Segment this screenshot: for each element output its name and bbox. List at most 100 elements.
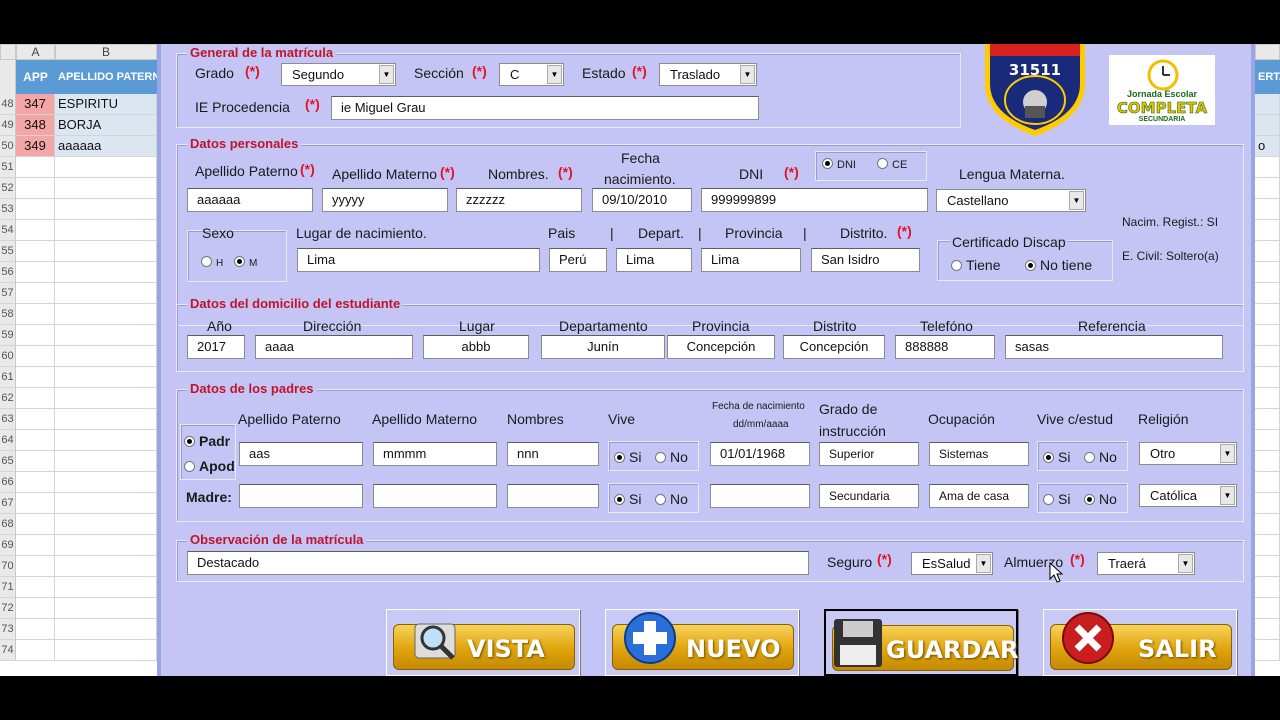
cell-right[interactable] — [1255, 262, 1280, 283]
cell-apellido[interactable] — [55, 640, 157, 661]
row-number[interactable]: 59 — [0, 325, 16, 346]
cell-app[interactable] — [16, 598, 55, 619]
madre-vive-si-radio[interactable]: Si — [614, 491, 641, 507]
madre-ocupacion-input[interactable]: Ama de casa — [929, 484, 1029, 508]
cell-right[interactable] — [1255, 577, 1280, 598]
cell-apellido[interactable]: aaaaaa — [55, 136, 157, 157]
cell-right[interactable] — [1255, 283, 1280, 304]
cell-right[interactable] — [1255, 451, 1280, 472]
depart-input[interactable]: Lima — [616, 248, 692, 272]
padre-grado-input[interactable]: Superior — [819, 442, 919, 466]
cell-app[interactable] — [16, 157, 55, 178]
cell-apellido[interactable] — [55, 619, 157, 640]
vista-button[interactable]: VISTA — [386, 609, 580, 676]
referencia-input[interactable]: sasas — [1005, 335, 1223, 359]
cell-right[interactable] — [1255, 241, 1280, 262]
row-header-1[interactable] — [0, 60, 16, 94]
direccion-input[interactable]: aaaa — [255, 335, 413, 359]
madre-estud-no-radio[interactable]: No — [1084, 491, 1117, 507]
cell-right[interactable] — [1255, 556, 1280, 577]
cell-right[interactable] — [1255, 115, 1280, 136]
cell-app[interactable] — [16, 388, 55, 409]
row-number[interactable]: 51 — [0, 157, 16, 178]
cell-app[interactable] — [16, 178, 55, 199]
padre-estud-no-radio[interactable]: No — [1084, 449, 1117, 465]
select-all-corner[interactable] — [0, 44, 16, 60]
row-number[interactable]: 48 — [0, 94, 16, 115]
cell-app[interactable] — [16, 493, 55, 514]
departamento-input[interactable]: Junín — [541, 335, 665, 359]
cell-apellido[interactable] — [55, 367, 157, 388]
ap-paterno-input[interactable]: aaaaaa — [187, 188, 313, 212]
lugar-input[interactable]: abbb — [423, 335, 529, 359]
cell-apellido[interactable] — [55, 409, 157, 430]
cell-apellido[interactable]: BORJA — [55, 115, 157, 136]
row-number[interactable]: 58 — [0, 304, 16, 325]
ie-procedencia-input[interactable]: ie Miguel Grau — [331, 96, 759, 120]
madre-vive-no-radio[interactable]: No — [655, 491, 688, 507]
cert-tiene-radio[interactable]: Tiene — [951, 257, 1001, 273]
row-number[interactable]: 70 — [0, 556, 16, 577]
cell-app[interactable]: 347 — [16, 94, 55, 115]
dom-provincia-input[interactable]: Concepción — [667, 335, 775, 359]
cell-right[interactable] — [1255, 598, 1280, 619]
provincia-input[interactable]: Lima — [701, 248, 801, 272]
cell-app[interactable] — [16, 640, 55, 661]
cell-right[interactable] — [1255, 367, 1280, 388]
anio-input[interactable]: 2017 — [187, 335, 245, 359]
row-number[interactable]: 49 — [0, 115, 16, 136]
cell-apellido[interactable] — [55, 346, 157, 367]
padr-radio[interactable]: Padr — [184, 433, 230, 449]
madre-ap-paterno-input[interactable] — [239, 484, 363, 508]
cell-apellido[interactable] — [55, 493, 157, 514]
cell-app[interactable] — [16, 283, 55, 304]
cell-apellido[interactable] — [55, 178, 157, 199]
column-header-a[interactable]: A — [16, 44, 55, 60]
cell-apellido[interactable] — [55, 556, 157, 577]
observacion-input[interactable]: Destacado — [187, 551, 809, 575]
cell-app[interactable] — [16, 451, 55, 472]
cell-apellido[interactable] — [55, 262, 157, 283]
cell-app[interactable] — [16, 535, 55, 556]
row-number[interactable]: 67 — [0, 493, 16, 514]
cell-app[interactable] — [16, 430, 55, 451]
cell-right[interactable] — [1255, 157, 1280, 178]
header-cell-app[interactable]: APP — [16, 60, 55, 94]
padre-vive-no-radio[interactable]: No — [655, 449, 688, 465]
salir-button[interactable]: SALIR — [1043, 609, 1237, 676]
dom-distrito-input[interactable]: Concepción — [783, 335, 885, 359]
sexo-m-radio[interactable]: M — [234, 256, 257, 269]
cell-apellido[interactable] — [55, 598, 157, 619]
row-number[interactable]: 63 — [0, 409, 16, 430]
cell-app[interactable] — [16, 325, 55, 346]
cell-app[interactable] — [16, 409, 55, 430]
cell-apellido[interactable] — [55, 220, 157, 241]
cell-right[interactable] — [1255, 178, 1280, 199]
doc-type-dni-radio[interactable]: DNI — [822, 158, 856, 171]
cell-app[interactable]: 349 — [16, 136, 55, 157]
row-number[interactable]: 64 — [0, 430, 16, 451]
lugar-nacimiento-input[interactable]: Lima — [297, 248, 540, 272]
chevron-down-icon[interactable]: ▼ — [1178, 554, 1193, 573]
cell-apellido[interactable] — [55, 451, 157, 472]
fecha-nacimiento-input[interactable]: 09/10/2010 — [592, 188, 692, 212]
seccion-combo[interactable]: C ▼ — [499, 63, 564, 86]
row-number[interactable]: 68 — [0, 514, 16, 535]
padre-vive-si-radio[interactable]: Si — [614, 449, 641, 465]
cell-right[interactable] — [1255, 304, 1280, 325]
madre-religion-combo[interactable]: Católica ▼ — [1139, 484, 1237, 507]
cell-app[interactable] — [16, 367, 55, 388]
cell-right[interactable] — [1255, 94, 1280, 115]
row-number[interactable]: 56 — [0, 262, 16, 283]
column-header-b[interactable]: B — [55, 44, 157, 60]
distrito-input[interactable]: San Isidro — [811, 248, 920, 272]
cell-right[interactable] — [1255, 325, 1280, 346]
cell-apellido[interactable]: ESPIRITU — [55, 94, 157, 115]
row-number[interactable]: 54 — [0, 220, 16, 241]
row-number[interactable]: 66 — [0, 472, 16, 493]
header-cell-apellido[interactable]: APELLIDO PATERN — [55, 60, 157, 94]
cell-right[interactable] — [1255, 409, 1280, 430]
cell-app[interactable]: 348 — [16, 115, 55, 136]
cell-apellido[interactable] — [55, 157, 157, 178]
row-number[interactable]: 74 — [0, 640, 16, 661]
